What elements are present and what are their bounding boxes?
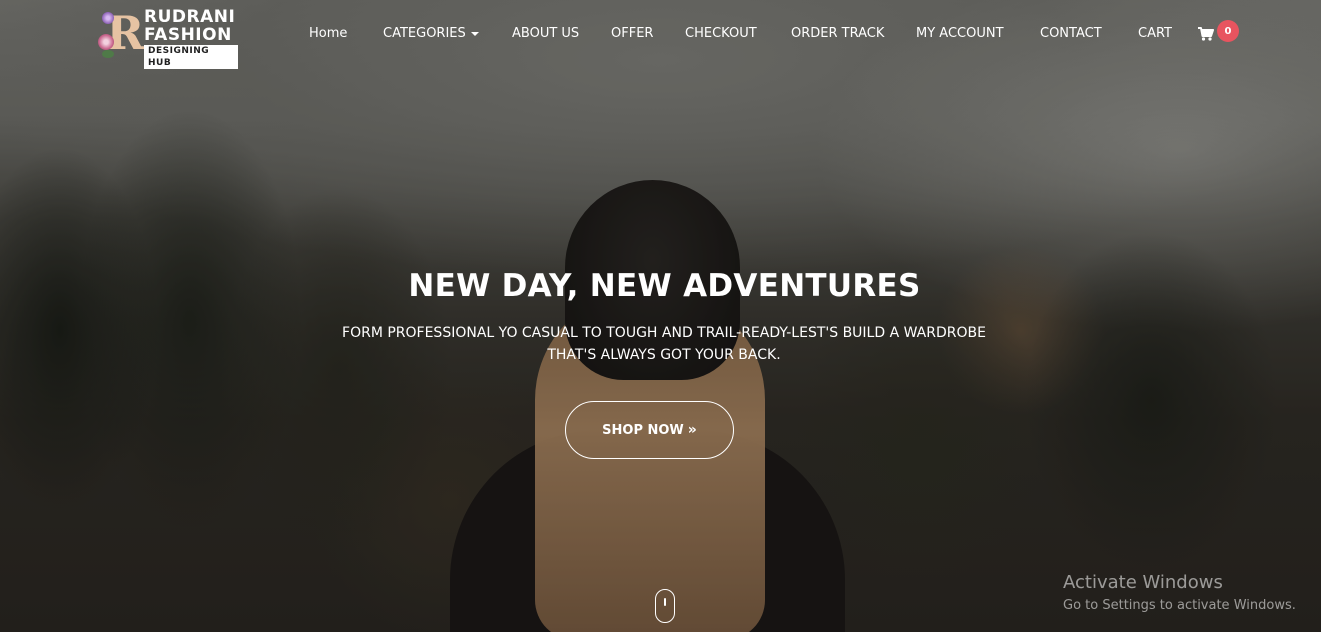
shop-now-button[interactable]: SHOP NOW » [565,401,734,459]
leaf-icon [102,50,114,58]
brand-name-line1: RUDRANI [144,7,236,27]
logo-mark: R [96,6,144,62]
nav-order-track[interactable]: ORDER TRACK [791,26,884,41]
hero-overlay [0,0,1321,632]
flower-icon [98,34,114,50]
brand-name-line2: FASHION [144,25,232,45]
nav-offer[interactable]: OFFER [611,26,653,41]
double-chevron-right-icon: » [687,422,697,438]
nav-my-account[interactable]: MY ACCOUNT [916,26,1004,41]
site-header: R RUDRANI FASHION DESIGNING HUB Home CAT… [0,0,1321,70]
brand-tagline: DESIGNING HUB [144,45,238,69]
cart-count-badge: 0 [1217,20,1239,42]
nav-home[interactable]: Home [309,26,347,41]
hero-title: NEW DAY, NEW ADVENTURES [408,268,921,304]
hero-subtitle: FORM PROFESSIONAL YO CASUAL TO TOUGH AND… [342,325,986,363]
brand-logo[interactable]: R RUDRANI FASHION DESIGNING HUB [96,6,238,69]
flower-icon [102,12,114,24]
shopping-cart-icon [1198,27,1214,41]
nav-categories[interactable]: CATEGORIES [383,26,479,41]
mouse-scroll-icon[interactable] [655,589,675,623]
logo-text: RUDRANI FASHION DESIGNING HUB [144,8,238,69]
activate-windows-title: Activate Windows [1063,572,1223,593]
nav-contact[interactable]: CONTACT [1040,26,1102,41]
shop-now-label: SHOP NOW [602,422,684,438]
windows-activation-watermark: Activate Windows Go to Settings to activ… [1063,572,1296,616]
caret-down-icon [470,31,479,36]
scroll-wheel-dot [664,598,666,606]
nav-about-us[interactable]: ABOUT US [512,26,579,41]
activate-windows-hint: Go to Settings to activate Windows. [1063,598,1296,613]
nav-categories-label: CATEGORIES [383,26,466,41]
nav-checkout[interactable]: CHECKOUT [685,26,757,41]
nav-cart[interactable]: CART [1138,26,1172,41]
